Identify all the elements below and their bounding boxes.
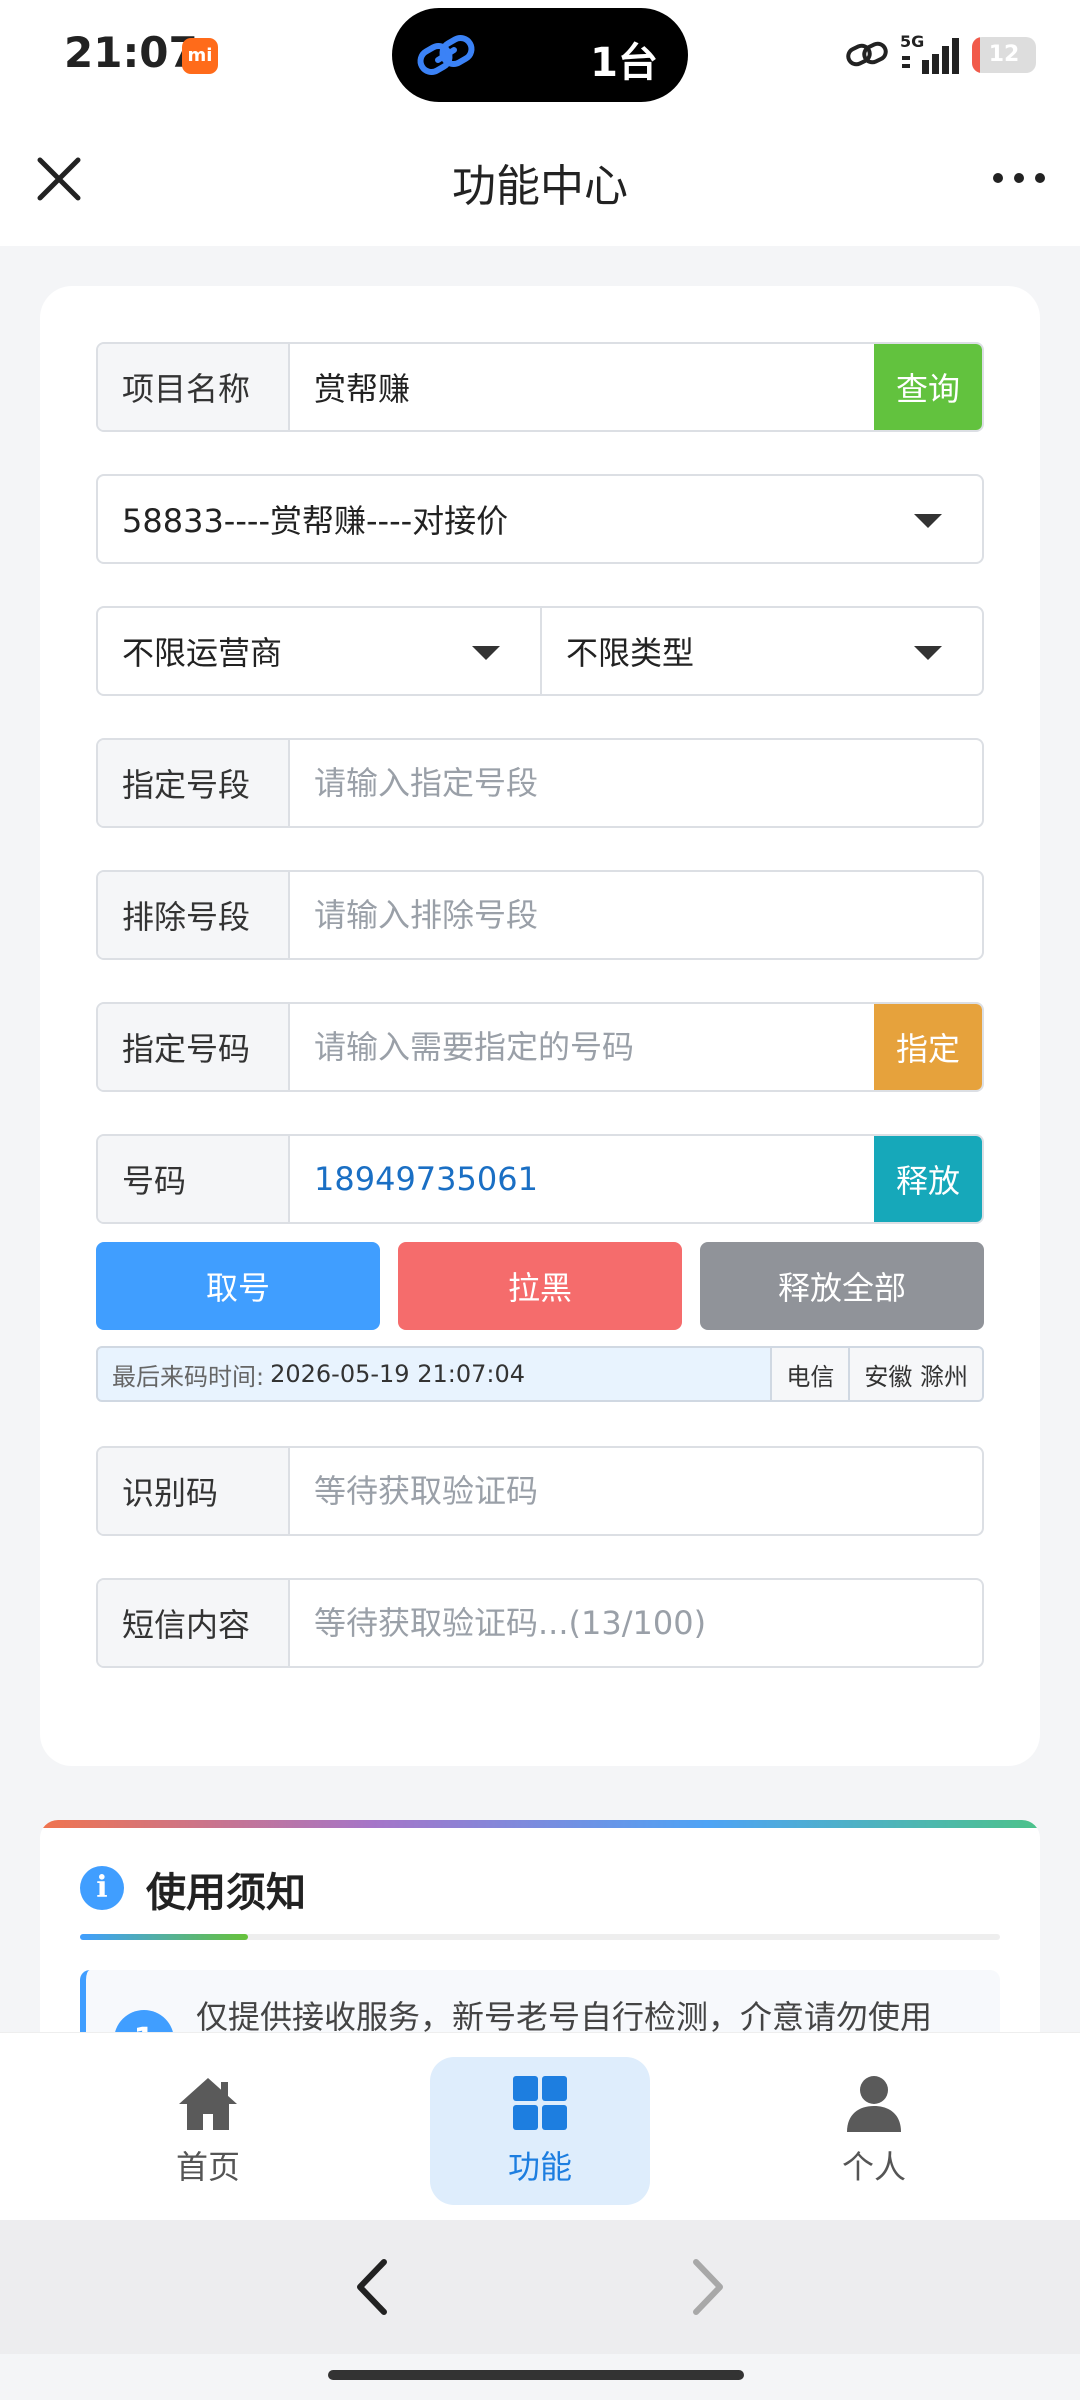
project-name-row: 项目名称 赏帮赚 查询 (96, 342, 984, 432)
include-segment-label: 指定号段 (98, 740, 290, 826)
specify-number-input[interactable] (290, 1004, 874, 1090)
verify-code-input[interactable] (290, 1448, 982, 1534)
nav-item-function[interactable]: 功能 (430, 2057, 650, 2205)
mi-app-icon: mi (182, 38, 218, 74)
exclude-segment-label: 排除号段 (98, 872, 290, 958)
page-title: 功能中心 (452, 161, 628, 212)
region-badge: 安徽 滁州 (848, 1348, 982, 1400)
grid-icon (513, 2076, 567, 2130)
verify-code-row: 识别码 (96, 1446, 984, 1536)
phone-number-value[interactable]: 18949735061 (290, 1136, 874, 1222)
blacklist-button[interactable]: 拉黑 (398, 1242, 682, 1330)
nav-label-function: 功能 (507, 2148, 572, 2186)
release-all-button[interactable]: 释放全部 (700, 1242, 984, 1330)
specify-number-label: 指定号码 (98, 1004, 290, 1090)
forward-arrow-icon[interactable] (686, 2252, 730, 2322)
battery-icon: 12 (972, 37, 1036, 73)
hotspot-link-icon (846, 41, 888, 67)
sms-content-row: 短信内容 (96, 1578, 984, 1668)
island-text: 1台 (590, 40, 658, 86)
status-indicators: 5G 12 (846, 30, 1036, 80)
project-select-value: 58833----赏帮赚----对接价 (122, 502, 509, 540)
home-indicator[interactable] (328, 2370, 744, 2380)
bottom-navigation: 首页 功能 个人 (0, 2032, 1080, 2220)
sms-content-input[interactable] (290, 1580, 982, 1666)
exclude-segment-input[interactable] (290, 872, 982, 958)
project-select[interactable]: 58833----赏帮赚----对接价 (96, 474, 984, 564)
release-button[interactable]: 释放 (874, 1136, 982, 1222)
info-icon: i (80, 1866, 124, 1910)
specify-number-row: 指定号码 指定 (96, 1002, 984, 1092)
chevron-down-icon (472, 646, 500, 660)
sms-content-label: 短信内容 (98, 1580, 290, 1666)
project-name-label: 项目名称 (98, 344, 290, 430)
carrier-select-value: 不限运营商 (122, 634, 283, 672)
notice-title: 使用须知 (146, 1870, 306, 1916)
more-icon[interactable] (988, 158, 1050, 198)
nav-item-profile[interactable]: 个人 (764, 2057, 984, 2205)
notice-divider-accent (80, 1934, 248, 1940)
type-select[interactable]: 不限类型 (540, 606, 984, 696)
browser-toolbar (0, 2220, 1080, 2354)
number-row: 号码 18949735061 释放 (96, 1134, 984, 1224)
status-time: 21:07 (64, 28, 198, 77)
exclude-segment-row: 排除号段 (96, 870, 984, 960)
chevron-down-icon (914, 514, 942, 528)
include-segment-input[interactable] (290, 740, 982, 826)
carrier-badge: 电信 (770, 1348, 849, 1400)
status-bar: 21:07 mi 1台 5G 12 (0, 0, 1080, 110)
function-card: 项目名称 赏帮赚 查询 58833----赏帮赚----对接价 不限运营商 不限… (40, 286, 1040, 1766)
home-icon (179, 2078, 237, 2130)
carrier-select[interactable]: 不限运营商 (96, 606, 542, 696)
get-number-button[interactable]: 取号 (96, 1242, 380, 1330)
notice-accent-line (40, 1820, 1040, 1828)
battery-level: 12 (988, 42, 1020, 67)
person-icon (847, 2076, 901, 2132)
last-code-time-cell: 最后来码时间: 2026-05-19 21:07:04 (98, 1348, 770, 1400)
signal-icon: 5G (900, 32, 962, 78)
back-arrow-icon[interactable] (350, 2252, 394, 2322)
title-bar: 功能中心 (0, 110, 1080, 246)
chevron-down-icon (914, 646, 942, 660)
include-segment-row: 指定号段 (96, 738, 984, 828)
nav-label-profile: 个人 (841, 2148, 906, 2186)
number-label: 号码 (98, 1136, 290, 1222)
last-code-info-bar: 最后来码时间: 2026-05-19 21:07:04 电信 安徽 滁州 (96, 1346, 984, 1402)
query-button[interactable]: 查询 (874, 344, 982, 430)
nav-item-home[interactable]: 首页 (98, 2057, 318, 2205)
verify-code-label: 识别码 (98, 1448, 290, 1534)
specify-button[interactable]: 指定 (874, 1004, 982, 1090)
type-select-value: 不限类型 (566, 634, 695, 672)
nav-label-home: 首页 (175, 2148, 240, 2186)
last-code-time: 2026-05-19 21:07:04 (270, 1360, 525, 1388)
dynamic-island: 1台 (392, 8, 688, 102)
link-icon (417, 35, 475, 75)
last-code-label: 最后来码时间: (112, 1362, 265, 1391)
project-name-input[interactable]: 赏帮赚 (290, 344, 874, 430)
